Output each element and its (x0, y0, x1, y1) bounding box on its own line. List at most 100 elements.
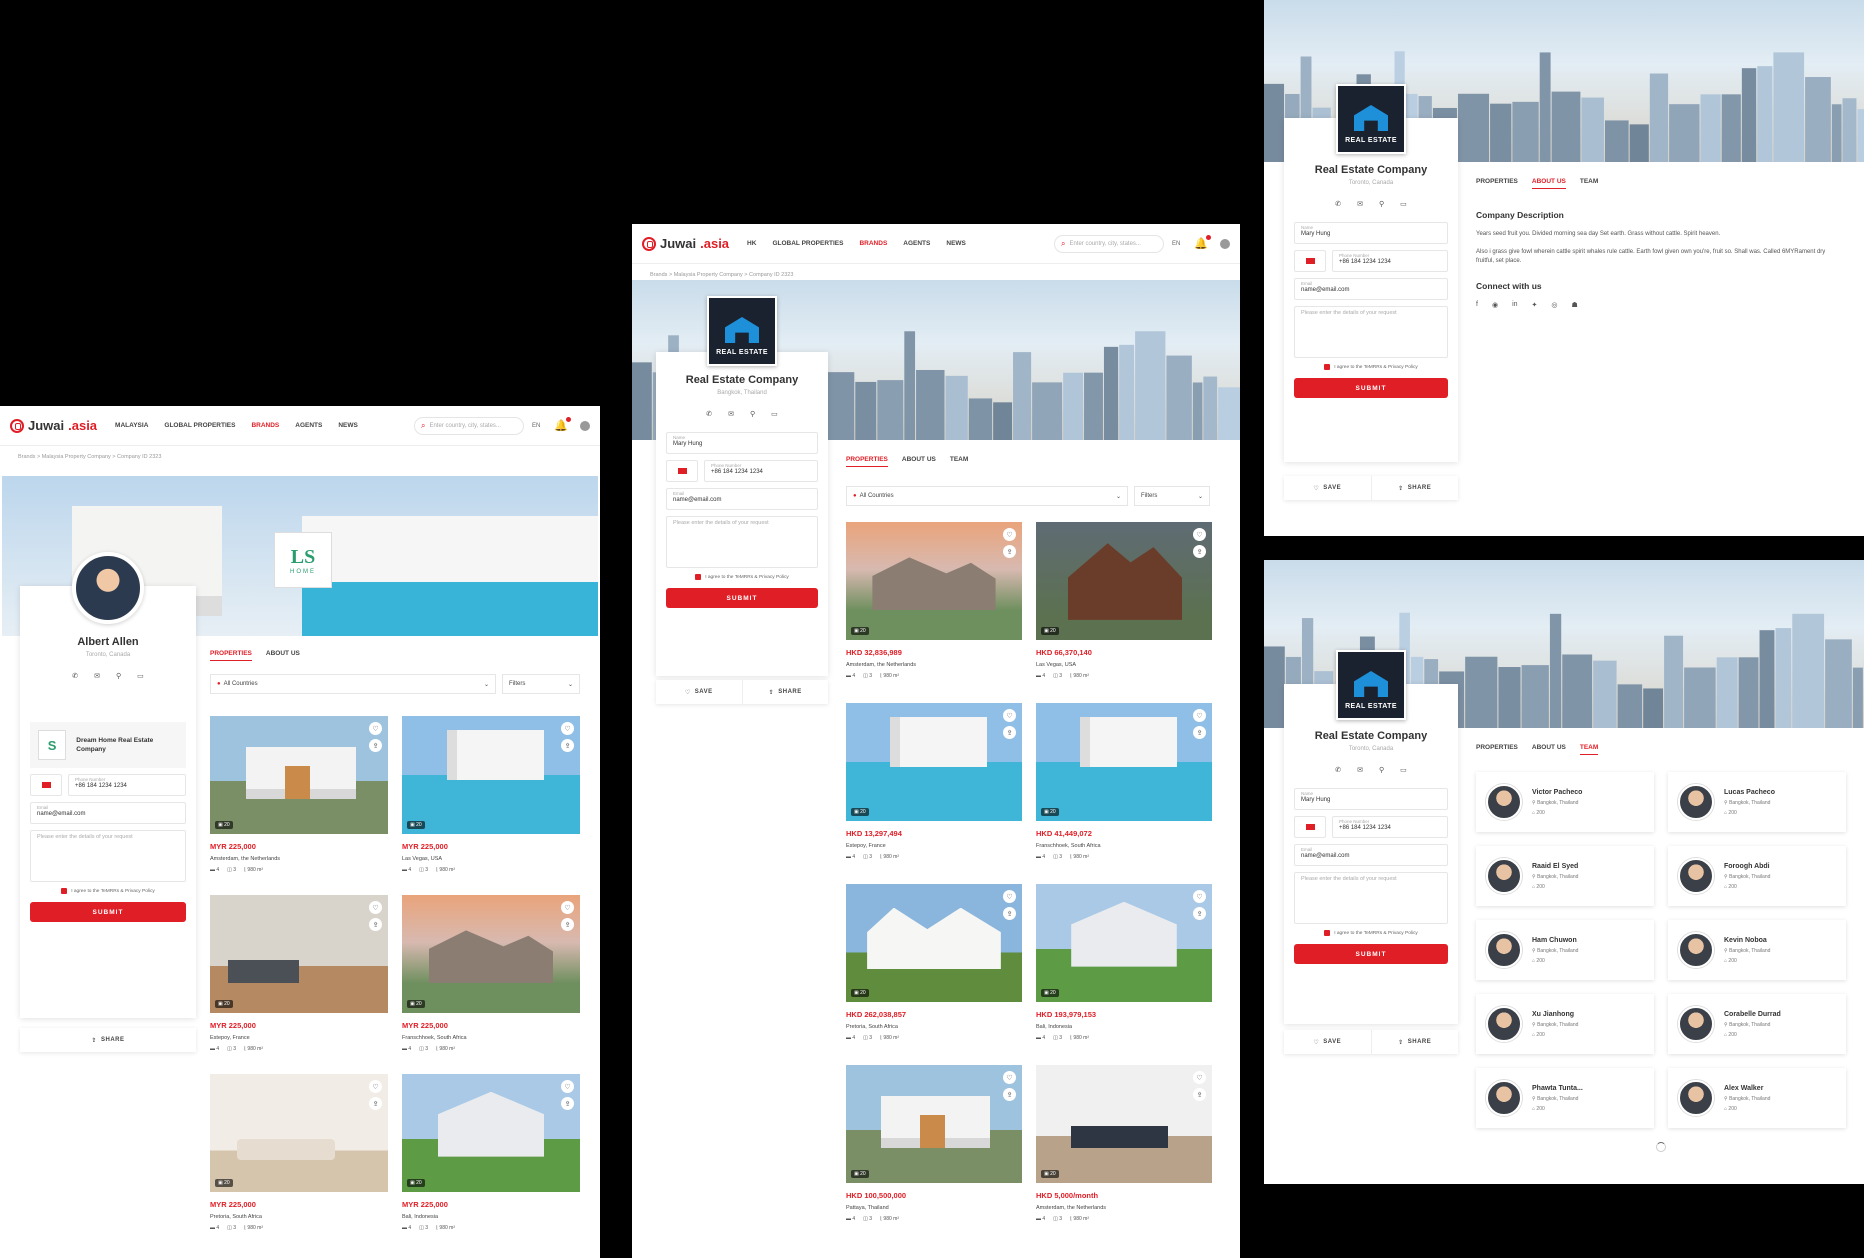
submit-button[interactable]: SUBMIT (1294, 378, 1448, 398)
details-textarea[interactable]: Please enter the details of your request (1294, 872, 1448, 924)
country-filter[interactable]: ● All Countries ⌄ (846, 486, 1128, 506)
phone-icon[interactable]: ✆ (72, 672, 78, 680)
heart-icon[interactable]: ♡ (561, 1080, 574, 1093)
share-icon[interactable]: ⇪ (369, 739, 382, 752)
listing-photo[interactable]: ♡ ⇪ ▣ 20 (210, 895, 388, 1013)
listing-photo[interactable]: ♡ ⇪ ▣ 20 (1036, 522, 1212, 640)
share-icon[interactable]: ⇪ (561, 918, 574, 931)
tab-about[interactable]: ABOUT US (266, 650, 300, 661)
email-field[interactable]: Email name@email.com (1294, 844, 1448, 866)
heart-icon[interactable]: ♡ (1193, 528, 1206, 541)
share-icon[interactable]: ⇪ (369, 918, 382, 931)
heart-icon[interactable]: ♡ (1003, 528, 1016, 541)
website-icon[interactable]: ▭ (1400, 200, 1407, 208)
phone-icon[interactable]: ✆ (1335, 200, 1341, 208)
submit-button[interactable]: SUBMIT (1294, 944, 1448, 964)
language-select[interactable]: EN (1172, 241, 1180, 247)
phone-field[interactable]: Phone Number +86 184 1234 1234 (68, 774, 186, 796)
listing-card[interactable]: ♡ ⇪ ▣ 20 MYR 225,000 Pretoria, South Afr… (210, 1074, 388, 1231)
facebook-icon[interactable]: f (1476, 301, 1478, 309)
listing-card[interactable]: ♡ ⇪ ▣ 20 MYR 225,000 Amsterdam, the Neth… (210, 716, 388, 873)
email-icon[interactable]: ✉ (94, 672, 100, 680)
phone-field[interactable]: Phone Number +86 184 1234 1234 (704, 460, 818, 482)
heart-icon[interactable]: ♡ (369, 1080, 382, 1093)
agree-checkbox[interactable]: I agree to the TeMRRs & Privacy Policy (666, 574, 818, 580)
listing-card[interactable]: ♡ ⇪ ▣ 20 HKD 262,038,857 Pretoria, South… (846, 884, 1022, 1041)
listing-photo[interactable]: ♡ ⇪ ▣ 20 (402, 716, 580, 834)
user-icon[interactable] (1220, 238, 1230, 249)
search-input[interactable]: ⌕ Enter country, city, states... (1053, 234, 1164, 253)
save-button[interactable]: ♡ SAVE (1284, 476, 1371, 500)
heart-icon[interactable]: ♡ (561, 901, 574, 914)
details-textarea[interactable]: Please enter the details of your request (666, 516, 818, 568)
name-field[interactable]: NameMary Hung (666, 432, 818, 454)
share-icon[interactable]: ⇪ (1193, 545, 1206, 558)
filters-button[interactable]: Filters ⌄ (502, 674, 580, 694)
heart-icon[interactable]: ♡ (1003, 890, 1016, 903)
details-textarea[interactable]: Please enter the details of your request (30, 830, 186, 882)
linkedin-icon[interactable]: in (1512, 301, 1517, 309)
listing-photo[interactable]: ♡ ⇪ ▣ 20 (402, 1074, 580, 1192)
heart-icon[interactable]: ♡ (1193, 890, 1206, 903)
listing-card[interactable]: ♡ ⇪ ▣ 20 HKD 193,979,153 Bali, Indonesia… (1036, 884, 1212, 1041)
listing-card[interactable]: ♡ ⇪ ▣ 20 HKD 41,449,072 Franschhoek, Sou… (1036, 703, 1212, 860)
search-input[interactable]: ⌕ Enter country, city, states... (413, 416, 524, 435)
phone-icon[interactable]: ✆ (706, 410, 712, 418)
details-textarea[interactable]: Please enter the details of your request (1294, 306, 1448, 358)
location-icon[interactable]: ⚲ (116, 672, 121, 680)
website-icon[interactable]: ▭ (1400, 766, 1407, 774)
team-member-card[interactable]: Ham Chuwon ⚲ Bangkok, Thailand ⌂ 200 (1476, 920, 1654, 980)
nav-news[interactable]: NEWS (946, 240, 966, 247)
email-icon[interactable]: ✉ (1357, 200, 1363, 208)
share-icon[interactable]: ⇪ (1193, 1088, 1206, 1101)
heart-icon[interactable]: ♡ (561, 722, 574, 735)
share-button[interactable]: ⇪ SHARE (741, 680, 829, 704)
agree-checkbox[interactable]: I agree to the TeMRRs & Privacy Policy (1294, 930, 1448, 936)
website-icon[interactable]: ▭ (137, 672, 144, 680)
agree-checkbox[interactable]: I agree to the TeMRRs & Privacy Policy (30, 888, 186, 894)
heart-icon[interactable]: ♡ (369, 901, 382, 914)
submit-button[interactable]: SUBMIT (666, 588, 818, 608)
bell-icon[interactable]: 🔔 (554, 417, 571, 432)
team-member-card[interactable]: Kevin Noboa ⚲ Bangkok, Thailand ⌂ 200 (1668, 920, 1846, 980)
nav-global-properties[interactable]: GLOBAL PROPERTIES (772, 240, 843, 247)
save-button[interactable]: ♡ SAVE (1284, 1030, 1371, 1054)
filters-button[interactable]: Filters ⌄ (1134, 486, 1210, 506)
site-logo[interactable]: Juwai .asia (642, 236, 729, 251)
tab-team[interactable]: TEAM (950, 456, 968, 467)
share-icon[interactable]: ⇪ (1003, 545, 1016, 558)
listing-photo[interactable]: ♡ ⇪ ▣ 20 (210, 716, 388, 834)
nav-agents[interactable]: AGENTS (295, 422, 322, 429)
share-icon[interactable]: ⇪ (1003, 907, 1016, 920)
twitter-icon[interactable]: ✦ (1532, 301, 1538, 309)
location-icon[interactable]: ⚲ (1379, 766, 1384, 774)
tab-about[interactable]: ABOUT US (902, 456, 936, 467)
listing-card[interactable]: ♡ ⇪ ▣ 20 HKD 100,500,000 Pattaya, Thaila… (846, 1065, 1022, 1222)
listing-photo[interactable]: ♡ ⇪ ▣ 20 (846, 703, 1022, 821)
email-field[interactable]: Email name@email.com (666, 488, 818, 510)
share-button[interactable]: ⇪ SHARE (20, 1028, 196, 1052)
country-code-select[interactable] (30, 774, 62, 796)
team-member-card[interactable]: Lucas Pacheco ⚲ Bangkok, Thailand ⌂ 200 (1668, 772, 1846, 832)
language-select[interactable]: EN (532, 423, 540, 429)
listing-card[interactable]: ♡ ⇪ ▣ 20 MYR 225,000 Franschhoek, South … (402, 895, 580, 1052)
agent-brand[interactable]: S Dream Home Real Estate Company (30, 722, 186, 768)
save-button[interactable]: ♡ SAVE (656, 680, 742, 704)
team-member-card[interactable]: Phawta Tunta... ⚲ Bangkok, Thailand ⌂ 20… (1476, 1068, 1654, 1128)
listing-card[interactable]: ♡ ⇪ ▣ 20 MYR 225,000 Bali, Indonesia ▬ 4… (402, 1074, 580, 1231)
listing-photo[interactable]: ♡ ⇪ ▣ 20 (846, 522, 1022, 640)
name-field[interactable]: NameMary Hung (1294, 222, 1448, 244)
email-field[interactable]: Email name@email.com (30, 802, 186, 824)
listing-card[interactable]: ♡ ⇪ ▣ 20 HKD 13,297,494 Estepoy, France … (846, 703, 1022, 860)
nav-agents[interactable]: AGENTS (903, 240, 930, 247)
tab-properties[interactable]: PROPERTIES (210, 650, 252, 661)
share-button[interactable]: ⇪ SHARE (1370, 1030, 1459, 1054)
listing-photo[interactable]: ♡ ⇪ ▣ 20 (402, 895, 580, 1013)
team-member-card[interactable]: Foroogh Abdi ⚲ Bangkok, Thailand ⌂ 200 (1668, 846, 1846, 906)
nav-news[interactable]: NEWS (338, 422, 358, 429)
agree-checkbox[interactable]: I agree to the TeMRRs & Privacy Policy (1294, 364, 1448, 370)
team-member-card[interactable]: Raaid El Syed ⚲ Bangkok, Thailand ⌂ 200 (1476, 846, 1654, 906)
team-member-card[interactable]: Corabelle Durrad ⚲ Bangkok, Thailand ⌂ 2… (1668, 994, 1846, 1054)
listing-card[interactable]: ♡ ⇪ ▣ 20 HKD 32,836,989 Amsterdam, the N… (846, 522, 1022, 679)
name-field[interactable]: NameMary Hung (1294, 788, 1448, 810)
